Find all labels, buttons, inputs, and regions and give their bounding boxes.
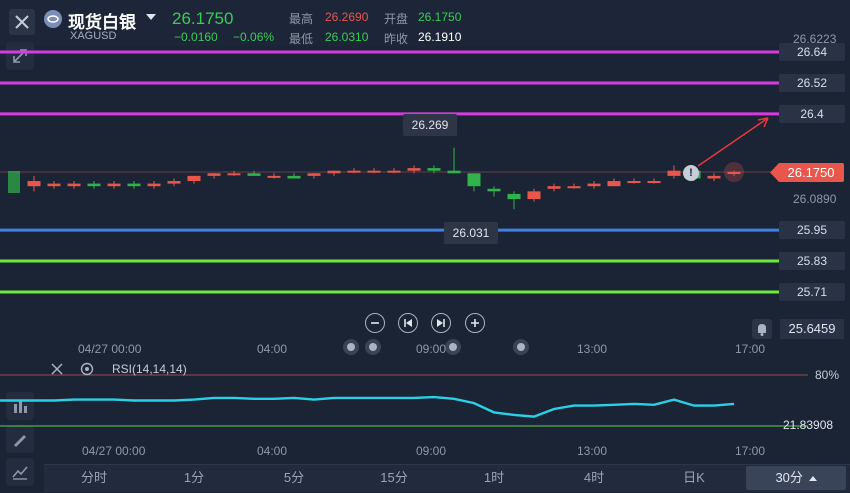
bell-icon	[758, 324, 766, 336]
candle-body	[447, 170, 461, 174]
candle-body	[227, 173, 241, 176]
time-label-lower: 17:00	[735, 444, 766, 458]
close-indicator-icon[interactable]	[50, 362, 64, 376]
current-price-tag-value: 26.1750	[787, 165, 835, 180]
skip-forward-icon	[437, 319, 445, 327]
level-line-label: 26.4	[779, 104, 845, 123]
candle-body	[667, 170, 681, 176]
candle-body	[587, 183, 601, 187]
tab-timeframe[interactable]: 15分	[344, 466, 444, 490]
caret-up-icon	[808, 476, 817, 482]
candle-body	[647, 181, 661, 184]
indicator-name: RSI(14,14,14)	[112, 362, 187, 376]
candle-body	[467, 173, 481, 187]
candle-body	[67, 183, 81, 187]
candle-body	[567, 186, 581, 189]
time-label-lower: 04/27 00:00	[82, 444, 146, 458]
tab-timeframe[interactable]: 5分	[244, 466, 344, 490]
level-line-label: 25.83	[779, 252, 845, 271]
alert-button[interactable]	[752, 319, 772, 339]
time-label: 17:00	[735, 342, 766, 356]
high-marker-value: 26.269	[411, 118, 449, 132]
event-dot[interactable]	[513, 339, 529, 355]
high-marker: 26.269	[403, 114, 457, 136]
selected-timeframe-label: 30分	[775, 470, 803, 485]
candle-body	[507, 193, 521, 200]
time-label-lower: 09:00	[416, 444, 447, 458]
event-dot[interactable]	[445, 339, 461, 355]
axis-mid-value: 26.0890	[793, 192, 837, 206]
candle-body	[487, 188, 501, 192]
low-marker-value: 26.031	[452, 226, 490, 240]
info-icon[interactable]: !	[683, 165, 699, 181]
step-forward-button[interactable]	[431, 313, 451, 333]
time-label-lower: 13:00	[577, 444, 608, 458]
event-dot[interactable]	[343, 339, 359, 355]
skip-back-icon	[404, 319, 412, 327]
candle-body	[367, 170, 381, 173]
axis-bottom-value: 25.6459	[780, 319, 844, 339]
step-back-button[interactable]	[398, 313, 418, 333]
rsi-line	[0, 395, 735, 418]
candle-body	[147, 183, 161, 187]
candle-body	[307, 173, 321, 176]
candle-body	[287, 175, 301, 179]
candle-body	[427, 168, 441, 171]
candle-body	[707, 175, 721, 179]
candle-body	[327, 170, 341, 174]
candle-body	[167, 181, 181, 184]
candle-body	[8, 171, 20, 193]
trend-arrow	[697, 117, 769, 167]
tab-timeframe[interactable]: 4时	[544, 466, 644, 490]
level-line-label: 25.71	[779, 283, 845, 301]
level-line-label: 26.52	[779, 73, 845, 92]
chart-screen: 现货白银 XAGUSD 26.1750 −0.0160 −0.06% 最高 26…	[0, 0, 850, 493]
low-marker: 26.031	[444, 222, 498, 244]
price-chart[interactable]	[0, 0, 850, 493]
current-price-tag-arrow	[770, 163, 779, 182]
candle-body	[27, 181, 41, 187]
candle-body	[387, 170, 401, 173]
candle-body	[627, 181, 641, 184]
candle-body	[107, 183, 121, 187]
axis-top-value: 26.6223	[793, 32, 837, 46]
tab-timeframe-selected[interactable]: 30分	[746, 466, 846, 490]
time-label: 13:00	[577, 342, 608, 356]
tab-timeframe[interactable]: 日K	[644, 466, 744, 490]
candle-body	[407, 168, 421, 171]
time-label: 04/27 00:00	[78, 342, 142, 356]
minus-icon	[371, 322, 379, 324]
level-line-label: 25.95	[779, 221, 845, 240]
candle-body	[607, 181, 621, 187]
candle-body	[47, 183, 61, 187]
candle-body	[187, 175, 201, 182]
time-label: 09:00	[416, 342, 447, 356]
candle-body	[347, 170, 361, 173]
time-label-lower: 04:00	[257, 444, 288, 458]
tab-timeframe[interactable]: 分时	[44, 466, 144, 490]
rsi-value: 21.83908	[783, 418, 834, 432]
tab-timeframe[interactable]: 1时	[444, 466, 544, 490]
candle-body	[87, 183, 101, 187]
candle-body	[207, 173, 221, 176]
zoom-in-button[interactable]	[465, 313, 485, 333]
candle-body	[527, 191, 541, 200]
settings-icon[interactable]	[79, 361, 95, 377]
candle-body	[547, 186, 561, 189]
event-dot[interactable]	[365, 339, 381, 355]
last-candle-glow	[724, 162, 744, 182]
rsi-80-label: 80%	[815, 368, 840, 382]
tab-timeframe[interactable]: 1分	[144, 466, 244, 490]
candle-body	[247, 173, 261, 176]
candle-body	[267, 175, 281, 178]
candle-body	[127, 183, 141, 187]
time-label: 04:00	[257, 342, 288, 356]
plus-icon	[471, 319, 479, 327]
zoom-out-button[interactable]	[365, 313, 385, 333]
